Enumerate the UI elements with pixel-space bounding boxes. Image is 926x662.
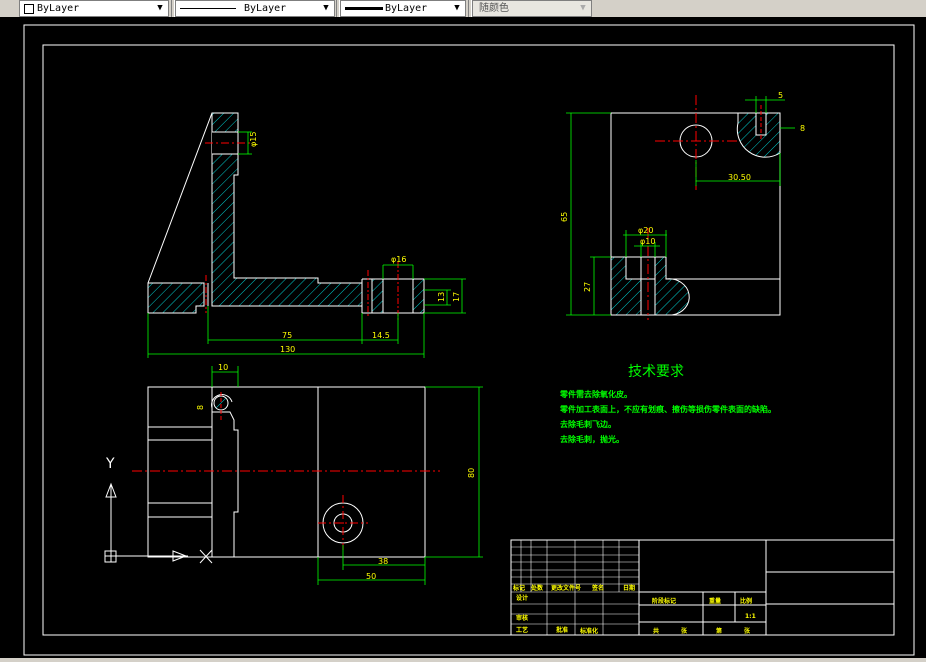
layer-combo-value: ByLayer [37,3,80,14]
svg-text:第: 第 [715,627,722,635]
color-swatch-icon [24,4,34,14]
svg-text:75: 75 [282,331,292,340]
lineweight-sample-icon [345,7,383,10]
svg-text:签名: 签名 [591,584,604,592]
tech-notes: 零件需去除氧化皮。 零件加工表面上，不应有划痕、擦伤等损伤零件表面的缺陷。 去除… [559,389,776,444]
dropdown-arrow-icon: ▼ [580,3,586,13]
svg-text:φ20: φ20 [638,226,653,235]
svg-text:27: 27 [583,282,592,292]
top-dimensions [211,366,483,585]
dropdown-arrow-icon[interactable]: ▼ [320,1,332,16]
plotstyle-combo-value: 随颜色 [479,3,509,14]
ucs-icon [104,482,213,564]
svg-text:φ16: φ16 [391,255,406,264]
properties-toolbar: ByLayer ▼ ByLayer ▼ ByLayer ▼ 随颜色 ▼ [0,0,926,18]
svg-text:13: 13 [437,292,446,302]
svg-text:φ10: φ10 [640,237,655,246]
layer-combo[interactable]: ByLayer ▼ [19,0,169,17]
svg-text:处数: 处数 [530,584,544,592]
svg-text:去除毛刺，抛光。: 去除毛刺，抛光。 [560,434,624,444]
svg-text:130: 130 [280,345,295,354]
svg-text:标记: 标记 [512,584,525,592]
svg-text:零件需去除氧化皮。: 零件需去除氧化皮。 [559,389,632,399]
svg-text:零件加工表面上，不应有划痕、擦伤等损伤零件表面的缺陷。: 零件加工表面上，不应有划痕、擦伤等损伤零件表面的缺陷。 [559,404,776,414]
linetype-sample-icon [180,8,236,9]
svg-text:10: 10 [218,363,228,372]
svg-text:8: 8 [196,405,205,410]
svg-text:φ15: φ15 [249,132,258,147]
svg-text:50: 50 [366,572,376,581]
svg-text:张: 张 [681,627,688,635]
dropdown-arrow-icon[interactable]: ▼ [154,1,166,16]
svg-text:日期: 日期 [623,584,635,592]
svg-text:工艺: 工艺 [516,626,528,634]
svg-text:30.50: 30.50 [728,173,751,182]
svg-text:80: 80 [467,468,476,478]
svg-text:设计: 设计 [516,594,528,602]
front-dimensions [147,131,466,358]
svg-text:17: 17 [452,292,461,302]
svg-text:审核: 审核 [516,614,528,622]
svg-text:标准化: 标准化 [579,627,598,635]
top-centerlines [132,392,440,550]
drawing-canvas[interactable]: φ15 φ16 75 14.5 130 13 17 10 8 80 38 50 … [0,17,926,658]
svg-text:共: 共 [653,627,659,635]
linetype-combo[interactable]: ByLayer ▼ [175,0,335,17]
lineweight-combo[interactable]: ByLayer ▼ [340,0,466,17]
svg-text:更改文件号: 更改文件号 [551,584,581,592]
svg-text:14.5: 14.5 [372,331,390,340]
dropdown-arrow-icon[interactable]: ▼ [451,1,463,16]
svg-text:比例: 比例 [740,597,752,605]
front-dim-text: φ15 φ16 75 14.5 130 13 17 [249,132,461,354]
side-view [610,112,781,316]
svg-text:38: 38 [378,557,388,566]
linetype-combo-value: ByLayer [244,3,287,14]
svg-text:8: 8 [800,124,805,133]
svg-text:张: 张 [744,627,751,635]
front-view [147,112,425,314]
plotstyle-combo: 随颜色 ▼ [472,0,592,17]
svg-text:批准: 批准 [556,626,568,634]
svg-text:阶段标记: 阶段标记 [652,597,676,605]
top-view [147,386,426,558]
svg-text:重量: 重量 [709,597,721,605]
tech-title: 技术要求 [628,364,684,380]
ucs-y-label: Y [105,456,115,472]
lineweight-combo-value: ByLayer [385,3,428,14]
cad-drawing: φ15 φ16 75 14.5 130 13 17 10 8 80 38 50 … [23,24,915,656]
svg-text:1:1: 1:1 [745,613,756,620]
svg-text:去除毛刺飞边。: 去除毛刺飞边。 [560,419,616,429]
svg-text:5: 5 [778,91,783,100]
svg-text:65: 65 [560,212,569,222]
